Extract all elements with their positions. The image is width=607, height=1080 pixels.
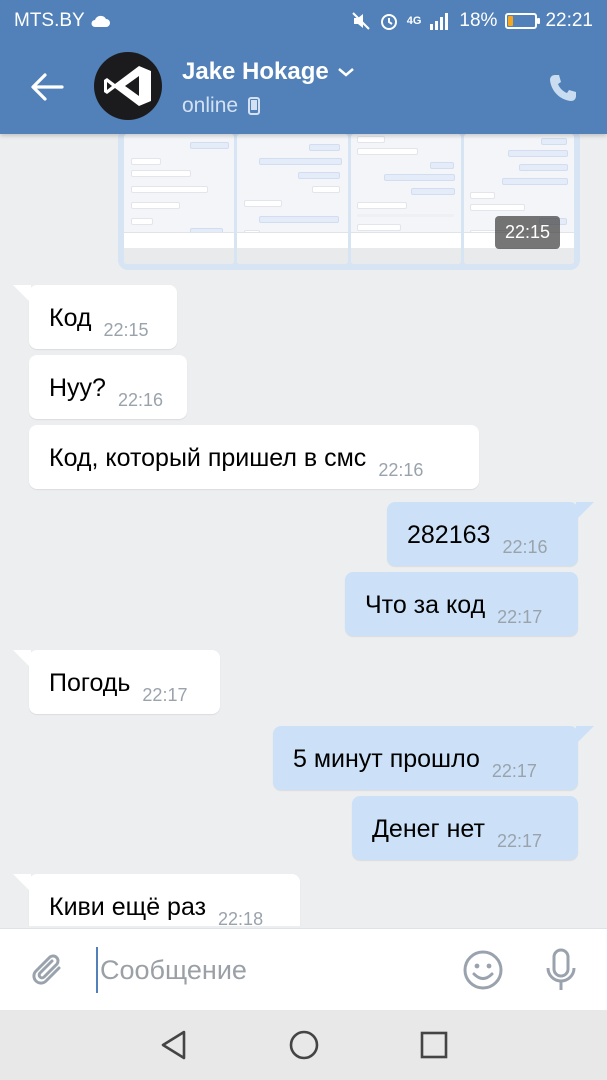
message-time: 22:17 — [497, 607, 543, 627]
mute-icon — [352, 12, 370, 30]
back-button[interactable] — [24, 64, 70, 110]
arrow-left-icon — [31, 73, 64, 101]
call-button[interactable] — [541, 66, 585, 110]
message-text: 5 минут прошло — [293, 745, 480, 773]
status-bar: MTS.BY 4G 18% 22:21 — [0, 0, 607, 42]
chat-title: Jake Hokage — [182, 58, 329, 85]
avatar[interactable] — [94, 52, 162, 120]
message-bubble[interactable]: Денег нет 22:17 — [352, 796, 578, 860]
nav-home-button[interactable] — [284, 1025, 324, 1065]
attach-button[interactable] — [28, 949, 70, 991]
phone-icon — [550, 75, 576, 101]
smile-icon — [463, 950, 503, 990]
battery-icon — [505, 13, 541, 29]
message-bubble[interactable]: Нуу? 22:16 — [29, 355, 187, 419]
message-bubble[interactable]: 282163 22:16 — [387, 502, 594, 566]
square-recents-icon — [420, 1031, 447, 1059]
visual-studio-logo-icon — [104, 66, 151, 106]
message-text: Киви ещё раз — [49, 893, 207, 921]
battery-percent: 18% — [459, 10, 498, 31]
message-time: 22:18 — [218, 909, 264, 926]
top-bar: MTS.BY 4G 18% 22:21 Jake Hokage online — [0, 0, 607, 134]
message-input[interactable] — [96, 947, 426, 993]
online-status: online — [182, 94, 239, 117]
message-text: Что за код — [365, 591, 486, 619]
attachment-time: 22:15 — [494, 216, 560, 249]
message-text: Код, который пришел в смс — [49, 444, 367, 472]
message-time: 22:16 — [117, 390, 164, 410]
emoji-button[interactable] — [460, 947, 506, 993]
chat-header: Jake Hokage online — [0, 42, 607, 134]
status-icons: 4G 18% 22:21 — [351, 10, 593, 32]
message-time: 22:16 — [378, 460, 424, 480]
message-time: 22:17 — [491, 761, 537, 781]
message-text: Код — [49, 304, 92, 332]
message-text: Денег нет — [372, 815, 485, 843]
signal-icon — [430, 13, 449, 30]
triangle-back-icon — [161, 1030, 185, 1060]
message-bubble[interactable]: Код, который пришел в смс 22:16 — [29, 425, 479, 489]
mobile-device-icon — [248, 97, 261, 115]
paperclip-icon — [32, 954, 61, 985]
message-list[interactable]: 22:15 Код 22:15 Нуу? 22:16 Код, который … — [0, 134, 607, 926]
clock: 22:21 — [545, 10, 593, 31]
message-composer — [0, 928, 607, 1010]
voice-record-button[interactable] — [538, 945, 584, 995]
message-time: 22:15 — [103, 320, 149, 340]
message-bubble[interactable]: Что за код 22:17 — [345, 572, 578, 636]
screenshot-panel-1 — [124, 134, 235, 264]
chat-title-block[interactable]: Jake Hokage online — [182, 58, 355, 118]
chevron-down-icon — [337, 68, 354, 77]
message-text: 282163 — [407, 521, 491, 549]
message-bubble[interactable]: 5 минут прошло 22:17 — [273, 726, 594, 790]
nav-recents-button[interactable] — [414, 1025, 454, 1065]
message-bubble[interactable]: Код 22:15 — [13, 285, 177, 349]
nav-back-button[interactable] — [154, 1025, 194, 1065]
message-time: 22:16 — [502, 537, 548, 557]
message-time: 22:17 — [496, 831, 542, 851]
screenshot-panel-3 — [350, 134, 461, 264]
system-nav-bar — [0, 1010, 607, 1080]
network-type: 4G — [406, 15, 422, 27]
carrier-label: MTS.BY — [14, 10, 85, 31]
message-bubble[interactable]: Погодь 22:17 — [13, 650, 220, 714]
microphone-icon — [546, 948, 576, 990]
carrier: MTS.BY — [14, 10, 111, 32]
alarm-icon — [380, 14, 397, 30]
message-text: Погодь — [49, 669, 131, 697]
screenshot-panel-2 — [237, 134, 348, 264]
message-bubble[interactable]: Киви ещё раз 22:18 — [13, 874, 300, 926]
image-attachment[interactable]: 22:15 — [118, 134, 580, 270]
circle-home-icon — [289, 1030, 318, 1060]
cloud-icon — [91, 15, 110, 27]
message-text: Нуу? — [49, 374, 106, 402]
message-time: 22:17 — [142, 685, 188, 705]
